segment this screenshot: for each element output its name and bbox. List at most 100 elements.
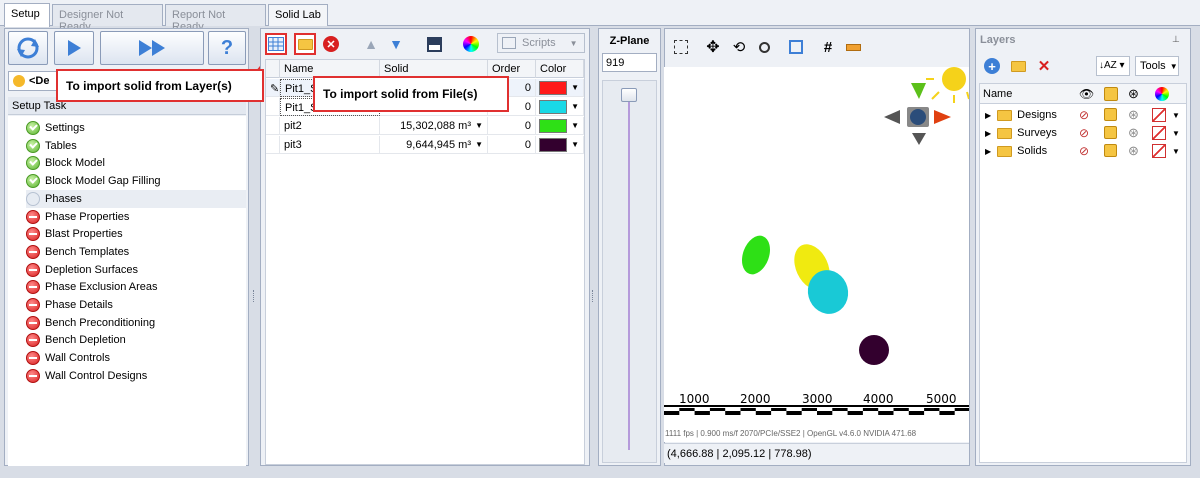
- setup-task-item[interactable]: Wall Control Designs: [26, 367, 246, 385]
- tools-dropdown[interactable]: Tools ▼: [1135, 56, 1179, 76]
- z-plane-input[interactable]: 919: [602, 53, 657, 72]
- setup-task-item[interactable]: Phase Exclusion Areas: [26, 278, 246, 296]
- wireframe-icon[interactable]: ⊛: [1128, 125, 1139, 141]
- solid-name-cell[interactable]: pit3: [280, 136, 380, 154]
- solid-name-cell[interactable]: pit2: [280, 117, 380, 135]
- setup-task-item[interactable]: Block Model Gap Filling: [26, 172, 246, 190]
- solid-volume-cell[interactable]: 15,302,088 m³ ▼: [380, 117, 488, 135]
- solid-order-cell[interactable]: 0: [488, 136, 536, 154]
- solid-row[interactable]: pit3 9,644,945 m³ ▼ 0 ▼: [266, 136, 584, 154]
- tab-designer[interactable]: Designer Not Ready: [52, 4, 163, 33]
- chevron-down-icon[interactable]: ▼: [1172, 129, 1180, 138]
- lock-icon[interactable]: [1104, 87, 1118, 101]
- blocked-icon: [26, 351, 40, 366]
- scripts-dropdown[interactable]: Scripts ▼: [497, 33, 585, 53]
- setup-task-item[interactable]: Wall Controls: [26, 349, 246, 367]
- splitter-left[interactable]: [253, 290, 256, 302]
- setup-task-item[interactable]: Bench Templates: [26, 243, 246, 261]
- hidden-eye-icon[interactable]: ⊘: [1079, 144, 1089, 158]
- run-button[interactable]: [54, 31, 94, 65]
- refresh-button[interactable]: [8, 31, 48, 65]
- scale-bar-segment: [817, 411, 833, 415]
- import-from-file-button[interactable]: [294, 33, 316, 55]
- wireframe-icon[interactable]: ⊛: [1128, 86, 1139, 102]
- solid-order-cell[interactable]: 0: [488, 117, 536, 135]
- color-button[interactable]: [461, 34, 481, 54]
- unlocked-icon[interactable]: [1104, 108, 1117, 121]
- expand-arrow-icon[interactable]: ▶: [985, 111, 991, 120]
- color-none-icon[interactable]: [1152, 108, 1166, 122]
- setup-task-item[interactable]: Phase Properties: [26, 208, 246, 226]
- setup-task-item[interactable]: Settings: [26, 119, 246, 137]
- mode-dropdown[interactable]: <De: [8, 71, 58, 91]
- scale-label: 3000: [802, 392, 833, 406]
- axis-gizmo[interactable]: [884, 83, 951, 145]
- tab-setup[interactable]: Setup: [4, 3, 50, 27]
- layer-item[interactable]: ▶ Designs ⊘ ⊛ ▼: [980, 106, 1185, 124]
- setup-task-item[interactable]: Phases: [26, 189, 246, 208]
- col-color[interactable]: Color: [536, 60, 584, 78]
- expand-arrow-icon[interactable]: ▶: [985, 129, 991, 138]
- help-button[interactable]: ?: [208, 31, 246, 65]
- unlocked-icon[interactable]: [1104, 144, 1117, 157]
- expand-arrow-icon[interactable]: ▶: [985, 147, 991, 156]
- delete-solid-button[interactable]: ✕: [321, 34, 341, 54]
- setup-task-label: Phases: [45, 192, 82, 205]
- layers-tree-header: Name 👁 ⊛: [980, 84, 1186, 104]
- run-all-button[interactable]: [100, 31, 204, 65]
- setup-task-item[interactable]: Bench Preconditioning: [26, 314, 246, 332]
- sort-dropdown[interactable]: ↓AZ ▾: [1096, 56, 1130, 76]
- setup-task-item[interactable]: Blast Properties: [26, 225, 246, 243]
- remove-layer-button[interactable]: ✕: [1034, 56, 1054, 76]
- zoom-extents-button[interactable]: [786, 37, 806, 57]
- solid-volume-cell[interactable]: 9,644,945 m³ ▼: [380, 136, 488, 154]
- wireframe-icon[interactable]: ⊛: [1128, 143, 1139, 159]
- solid-pit3[interactable]: [859, 335, 889, 365]
- unlocked-icon[interactable]: [1104, 126, 1117, 139]
- hidden-eye-icon[interactable]: ⊘: [1079, 108, 1089, 122]
- select-box-button[interactable]: [671, 37, 691, 57]
- chevron-down-icon[interactable]: ▼: [1172, 147, 1180, 156]
- setup-task-item[interactable]: Phase Details: [26, 296, 246, 314]
- solid-row[interactable]: pit2 15,302,088 m³ ▼ 0 ▼: [266, 117, 584, 135]
- solid-pit2[interactable]: [737, 232, 775, 278]
- move-up-button[interactable]: ▲: [361, 34, 381, 54]
- chevron-down-icon[interactable]: ▼: [1172, 111, 1180, 120]
- main-tab-strip: Setup Designer Not Ready Report Not Read…: [0, 0, 1200, 33]
- visibility-icon[interactable]: 👁: [1079, 87, 1094, 101]
- measure-button[interactable]: [843, 37, 863, 57]
- grid-toggle-button[interactable]: #: [818, 37, 838, 57]
- col-layer-name[interactable]: Name: [983, 88, 1012, 100]
- setup-task-item[interactable]: Tables: [26, 137, 246, 155]
- wireframe-icon[interactable]: ⊛: [1128, 107, 1139, 123]
- layer-item[interactable]: ▶ Solids ⊘ ⊛ ▼: [980, 142, 1185, 160]
- color-none-icon[interactable]: [1152, 126, 1166, 140]
- play-icon: [67, 40, 81, 56]
- pin-icon[interactable]: ⊥: [1172, 34, 1180, 45]
- solid-color-cell[interactable]: ▼: [536, 136, 584, 154]
- zoom-button[interactable]: [754, 37, 774, 57]
- setup-task-item[interactable]: Depletion Surfaces: [26, 261, 246, 279]
- edit-pencil-icon: ✎: [266, 79, 280, 97]
- setup-task-item[interactable]: Block Model: [26, 154, 246, 172]
- tab-report[interactable]: Report Not Ready: [165, 4, 266, 33]
- hidden-eye-icon[interactable]: ⊘: [1079, 126, 1089, 140]
- pan-button[interactable]: ✥: [703, 37, 723, 57]
- solid-color-cell[interactable]: ▼: [536, 79, 584, 97]
- solid-color-cell[interactable]: ▼: [536, 117, 584, 135]
- solid-color-cell[interactable]: ▼: [536, 98, 584, 116]
- import-from-layer-button[interactable]: [265, 33, 287, 55]
- move-down-button[interactable]: ▼: [386, 34, 406, 54]
- splitter-right[interactable]: [592, 290, 595, 302]
- layer-item[interactable]: ▶ Surveys ⊘ ⊛ ▼: [980, 124, 1185, 142]
- add-layer-button[interactable]: +: [982, 56, 1002, 76]
- scale-bar-segment: [679, 408, 695, 411]
- add-folder-button[interactable]: [1008, 56, 1028, 76]
- rotate-button[interactable]: ⟲: [729, 37, 749, 57]
- tab-solid-lab[interactable]: Solid Lab: [268, 4, 328, 26]
- color-none-icon[interactable]: [1152, 144, 1166, 158]
- color-wheel-icon[interactable]: [1155, 87, 1169, 101]
- z-plane-slider-thumb[interactable]: [621, 88, 637, 102]
- save-button[interactable]: [424, 34, 444, 54]
- setup-task-item[interactable]: Bench Depletion: [26, 331, 246, 349]
